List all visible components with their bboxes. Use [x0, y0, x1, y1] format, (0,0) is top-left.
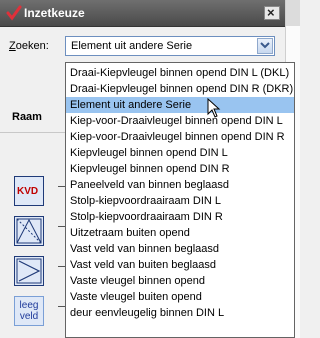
dropdown-option[interactable]: Paneelveld van binnen beglaasd — [66, 177, 294, 193]
leeg-label: leeg — [19, 300, 39, 311]
dropdown-option[interactable]: Stolp-kiepvoordraairaam DIN R — [66, 209, 294, 225]
dropdown-option[interactable]: Draai-Kiepvleugel binnen opend DIN R (DK… — [66, 81, 294, 97]
app-check-icon — [6, 5, 22, 21]
search-combobox-value: Element uit andere Serie — [71, 40, 193, 52]
dropdown-option[interactable]: Kiep-voor-Draaivleugel binnen opend DIN … — [66, 113, 294, 129]
search-combobox[interactable]: Element uit andere Serie — [65, 36, 275, 56]
section-divider — [0, 132, 66, 133]
dropdown-option[interactable]: Stolp-kiepvoordraairaam DIN L — [66, 193, 294, 209]
kvd-thumbnail[interactable]: KVD — [14, 176, 44, 206]
dropdown-option[interactable]: Vaste vleugel binnen opend — [66, 273, 294, 289]
dropdown-option[interactable]: Kiepvleugel binnen opend DIN R — [66, 161, 294, 177]
kiep-window-icon — [16, 218, 42, 244]
search-label: Zoeken: — [9, 40, 49, 52]
veld-label: veld — [19, 311, 39, 322]
dropdown-option[interactable]: Vaste vleugel buiten opend — [66, 289, 294, 305]
mouse-cursor-icon — [207, 98, 221, 118]
title-bar[interactable]: Inzetkeuze × — [0, 0, 299, 27]
close-button[interactable]: × — [264, 5, 280, 20]
dropdown-option[interactable]: Vast veld van buiten beglaasd — [66, 257, 294, 273]
dropdown-option[interactable]: Draai-Kiepvleugel binnen opend DIN L (DK… — [66, 65, 294, 81]
draai-thumbnail[interactable] — [14, 256, 44, 286]
search-dropdown-list[interactable]: Draai-Kiepvleugel binnen opend DIN L (DK… — [65, 62, 295, 338]
dropdown-option[interactable]: Vast veld van binnen beglaasd — [66, 241, 294, 257]
kvd-label: KVD — [17, 186, 39, 197]
dropdown-option-selected[interactable]: Element uit andere Serie — [66, 97, 294, 113]
dropdown-option[interactable]: deur eenvleugelig binnen DIN L — [66, 305, 294, 321]
dropdown-option[interactable]: Uitzetraam buiten opend — [66, 225, 294, 241]
kiep-thumbnail[interactable] — [14, 216, 44, 246]
window-title: Inzetkeuze — [24, 6, 85, 20]
dropdown-option[interactable]: Kiepvleugel binnen opend DIN L — [66, 145, 294, 161]
dropdown-button[interactable] — [257, 38, 273, 54]
leeg-veld-thumbnail[interactable]: leeg veld — [14, 296, 44, 326]
draai-window-icon — [16, 258, 42, 284]
dropdown-option[interactable]: Kiep-voor-Draaivleugel binnen opend DIN … — [66, 129, 294, 145]
section-label-raam: Raam — [12, 111, 42, 123]
close-icon: × — [267, 5, 275, 20]
inzetkeuze-dialog: Inzetkeuze × Zoeken: Element uit andere … — [0, 0, 300, 338]
chevron-down-icon — [260, 42, 270, 49]
